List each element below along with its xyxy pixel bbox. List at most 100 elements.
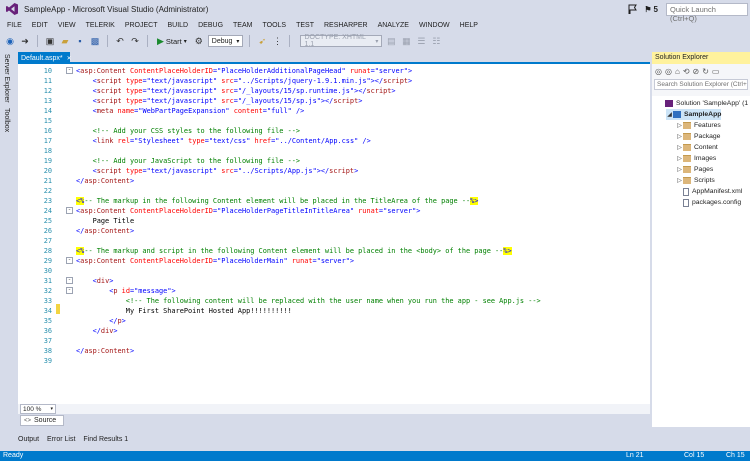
quick-launch-input[interactable]: Quick Launch (Ctrl+Q) xyxy=(666,2,748,23)
code-line[interactable]: 17 <link rel="Stylesheet" type="text/css… xyxy=(18,136,650,146)
close-icon[interactable]: ✕ xyxy=(67,55,72,62)
expand-arrow-icon[interactable]: ▷ xyxy=(676,133,683,140)
undo-icon[interactable]: ↶ xyxy=(114,35,126,47)
code-line[interactable]: 37 xyxy=(18,336,650,346)
menu-analyze[interactable]: ANALYZE xyxy=(373,22,414,29)
refresh-icon[interactable]: ↻ xyxy=(702,67,709,76)
code-line[interactable]: 15 xyxy=(18,116,650,126)
save-icon[interactable]: ▪ xyxy=(74,35,86,47)
code-line[interactable]: 35 </p> xyxy=(18,316,650,326)
output-tab[interactable]: Output xyxy=(18,436,39,443)
collapse-region-icon[interactable]: - xyxy=(66,67,73,74)
save-all-icon[interactable]: ▩ xyxy=(89,35,101,47)
code-line[interactable]: 34 My First SharePoint Hosted App!!!!!!!… xyxy=(18,306,650,316)
server-explorer-tab[interactable]: Server Explorer xyxy=(3,54,10,103)
expand-arrow-icon[interactable]: ▷ xyxy=(676,166,683,173)
menu-test[interactable]: TEST xyxy=(291,22,319,29)
indent-icon[interactable]: ☰ xyxy=(415,35,427,47)
code-line[interactable]: 22 xyxy=(18,186,650,196)
code-line[interactable]: 30 xyxy=(18,266,650,276)
back-icon[interactable]: ◎ xyxy=(655,67,662,76)
menu-build[interactable]: BUILD xyxy=(163,22,194,29)
forward-icon[interactable]: ◎ xyxy=(665,67,672,76)
code-line[interactable]: 31 - <div> xyxy=(18,276,650,286)
code-line[interactable]: 32 - <p id="message"> xyxy=(18,286,650,296)
collapse-region-icon[interactable]: - xyxy=(66,207,73,214)
outline-icon[interactable]: ▤ xyxy=(385,35,397,47)
code-line[interactable]: 13 <script type="text/javascript" src="/… xyxy=(18,96,650,106)
menu-project[interactable]: PROJECT xyxy=(120,22,163,29)
tree-item[interactable]: ▷ Package xyxy=(676,131,720,142)
code-line[interactable]: 26 </asp:Content> xyxy=(18,226,650,236)
attach-icon[interactable]: ⚙ xyxy=(193,35,205,47)
tree-item[interactable]: AppManifest.xml xyxy=(676,186,742,197)
code-line[interactable]: 11 <script type="text/javascript" src=".… xyxy=(18,76,650,86)
code-line[interactable]: 28 <%-- The markup and script in the foll… xyxy=(18,246,650,256)
collapse-region-icon[interactable]: - xyxy=(66,287,73,294)
tree-item[interactable]: ▷ Pages xyxy=(676,164,713,175)
notifications-button[interactable]: ⚑ 5 xyxy=(644,5,658,14)
tree-item[interactable]: ◢ SampleApp xyxy=(666,109,722,120)
expand-arrow-icon[interactable]: ▷ xyxy=(676,177,683,184)
code-line[interactable]: 39 xyxy=(18,356,650,366)
code-line[interactable]: 18 xyxy=(18,146,650,156)
zoom-select[interactable]: 100 % ▾ xyxy=(20,404,56,414)
menu-debug[interactable]: DEBUG xyxy=(193,22,228,29)
menu-help[interactable]: HELP xyxy=(455,22,483,29)
code-line[interactable]: 33 <!-- The following content will be re… xyxy=(18,296,650,306)
code-line[interactable]: 20 <script type="text/javascript" src=".… xyxy=(18,166,650,176)
code-line[interactable]: 19 <!-- Add your JavaScript to the follo… xyxy=(18,156,650,166)
new-project-icon[interactable]: ▣ xyxy=(44,35,56,47)
code-line[interactable]: 10 - <asp:Content ContentPlaceHolderID="Pl… xyxy=(18,66,650,76)
collapse-region-icon[interactable]: - xyxy=(66,257,73,264)
expand-arrow-icon[interactable]: ▷ xyxy=(676,155,683,162)
redo-icon[interactable]: ↷ xyxy=(129,35,141,47)
toolbox-tab[interactable]: Toolbox xyxy=(3,108,10,132)
code-line[interactable]: 12 <script type="text/javascript" src="/… xyxy=(18,86,650,96)
browser-link-icon[interactable]: ➹ xyxy=(256,35,268,47)
sync-icon[interactable]: ⟲ xyxy=(683,67,690,76)
error-list-tab[interactable]: Error List xyxy=(47,436,75,443)
collapse-all-icon[interactable]: ▭ xyxy=(712,67,720,76)
collapse-region-icon[interactable]: - xyxy=(66,277,73,284)
format-icon[interactable]: ⋮ xyxy=(271,35,283,47)
code-line[interactable]: 16 <!-- Add your CSS styles to the follo… xyxy=(18,126,650,136)
open-file-icon[interactable]: ▰ xyxy=(59,35,71,47)
navigate-back-icon[interactable]: ◉ xyxy=(4,35,16,47)
find-results-tab[interactable]: Find Results 1 xyxy=(83,436,128,443)
tab-default-aspx[interactable]: Default.aspx* ✕ xyxy=(18,52,72,64)
code-line[interactable]: 23 <%-- The markup in the following Conte… xyxy=(18,196,650,206)
menu-tools[interactable]: TOOLS xyxy=(257,22,291,29)
expand-arrow-icon[interactable]: ▷ xyxy=(676,122,683,129)
code-line[interactable]: 21 </asp:Content> xyxy=(18,176,650,186)
expand-arrow-icon[interactable]: ◢ xyxy=(666,111,673,118)
code-line[interactable]: 14 <meta name="WebPartPageExpansion" con… xyxy=(18,106,650,116)
feedback-flag-icon[interactable] xyxy=(628,4,638,14)
tree-item[interactable]: packages.config xyxy=(676,197,741,208)
menu-window[interactable]: WINDOW xyxy=(414,22,455,29)
code-line[interactable]: 24 - <asp:Content ContentPlaceHolderID="Pl… xyxy=(18,206,650,216)
tree-item[interactable]: ▷ Scripts xyxy=(676,175,715,186)
code-line[interactable]: 29 - <asp:Content ContentPlaceHolderID="Pl… xyxy=(18,256,650,266)
tree-item[interactable]: ▷ Content xyxy=(676,142,718,153)
source-view-tab[interactable]: <> Source xyxy=(20,415,64,426)
solution-configuration-select[interactable]: Debug ▾ xyxy=(207,35,244,47)
menu-telerik[interactable]: TELERIK xyxy=(81,22,120,29)
start-debugging-button[interactable]: ▶ Start ▾ xyxy=(154,36,190,47)
tree-item[interactable]: ▷ Features xyxy=(676,120,721,131)
menu-edit[interactable]: EDIT xyxy=(27,22,53,29)
home-icon[interactable]: ⌂ xyxy=(675,67,680,76)
expand-arrow-icon[interactable]: ▷ xyxy=(676,144,683,151)
code-line[interactable]: 25 Page Title xyxy=(18,216,650,226)
doctype-select[interactable]: DOCTYPE: XHTML 1.1 ▾ xyxy=(300,34,383,48)
code-line[interactable]: 27 xyxy=(18,236,650,246)
menu-file[interactable]: FILE xyxy=(2,22,27,29)
comment-icon[interactable]: ▦ xyxy=(400,35,412,47)
code-editor[interactable]: 10- <asp:Content ContentPlaceHolderID="Pl… xyxy=(18,64,650,404)
pending-changes-icon[interactable]: ⊘ xyxy=(693,67,700,76)
code-line[interactable]: 36 </div> xyxy=(18,326,650,336)
solution-explorer-search-input[interactable]: Search Solution Explorer (Ctrl+;) xyxy=(654,79,748,90)
tree-item[interactable]: Solution 'SampleApp' (1 project) xyxy=(658,98,750,109)
menu-resharper[interactable]: RESHARPER xyxy=(319,22,373,29)
menu-view[interactable]: VIEW xyxy=(53,22,81,29)
